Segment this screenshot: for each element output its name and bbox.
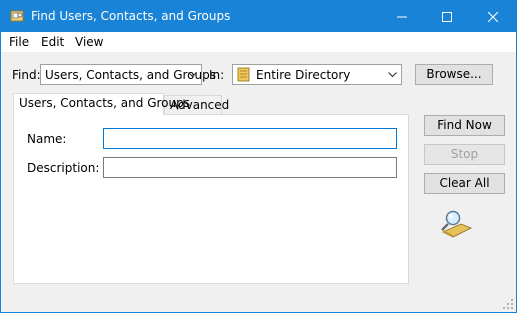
menu-view[interactable]: View xyxy=(74,35,104,49)
minimize-button[interactable] xyxy=(379,1,425,32)
stop-button[interactable]: Stop xyxy=(424,144,505,165)
scope-value: Entire Directory xyxy=(256,68,351,82)
name-label: Name: xyxy=(27,132,67,146)
in-label: In: xyxy=(209,68,225,82)
find-type-dropdown[interactable]: Users, Contacts, and Groups xyxy=(40,64,216,85)
menu-bar: File Edit View xyxy=(1,32,516,52)
resize-grip-icon[interactable] xyxy=(502,298,514,310)
find-label: Find: xyxy=(12,68,41,82)
menu-edit[interactable]: Edit xyxy=(40,35,65,49)
tab-panel: Name: Description: xyxy=(13,114,409,284)
directory-icon xyxy=(237,67,251,85)
name-field[interactable] xyxy=(103,128,397,149)
maximize-icon xyxy=(442,11,452,22)
maximize-button[interactable] xyxy=(424,1,470,32)
search-animation-icon xyxy=(439,210,473,241)
description-input[interactable] xyxy=(104,158,396,177)
description-label: Description: xyxy=(27,161,100,175)
minimize-icon xyxy=(397,16,407,17)
browse-button[interactable]: Browse... xyxy=(415,64,493,85)
find-app-icon xyxy=(9,8,25,24)
window-title: Find Users, Contacts, and Groups xyxy=(31,9,231,23)
title-bar[interactable]: Find Users, Contacts, and Groups xyxy=(1,1,516,32)
find-dialog-window: Find Users, Contacts, and Groups File Ed… xyxy=(0,0,517,313)
chevron-down-icon xyxy=(188,72,197,78)
description-field[interactable] xyxy=(103,157,397,178)
close-button[interactable] xyxy=(470,1,516,32)
find-now-button[interactable]: Find Now xyxy=(424,115,505,136)
menu-file[interactable]: File xyxy=(8,35,30,49)
chevron-down-icon xyxy=(388,72,397,78)
tab-users-contacts-groups[interactable]: Users, Contacts, and Groups xyxy=(13,93,190,115)
dialog-body: Find: Users, Contacts, and Groups In: En… xyxy=(1,52,516,312)
name-input[interactable] xyxy=(104,129,396,148)
close-icon xyxy=(488,11,498,22)
clear-all-button[interactable]: Clear All xyxy=(424,173,505,194)
scope-dropdown[interactable]: Entire Directory xyxy=(232,64,402,85)
